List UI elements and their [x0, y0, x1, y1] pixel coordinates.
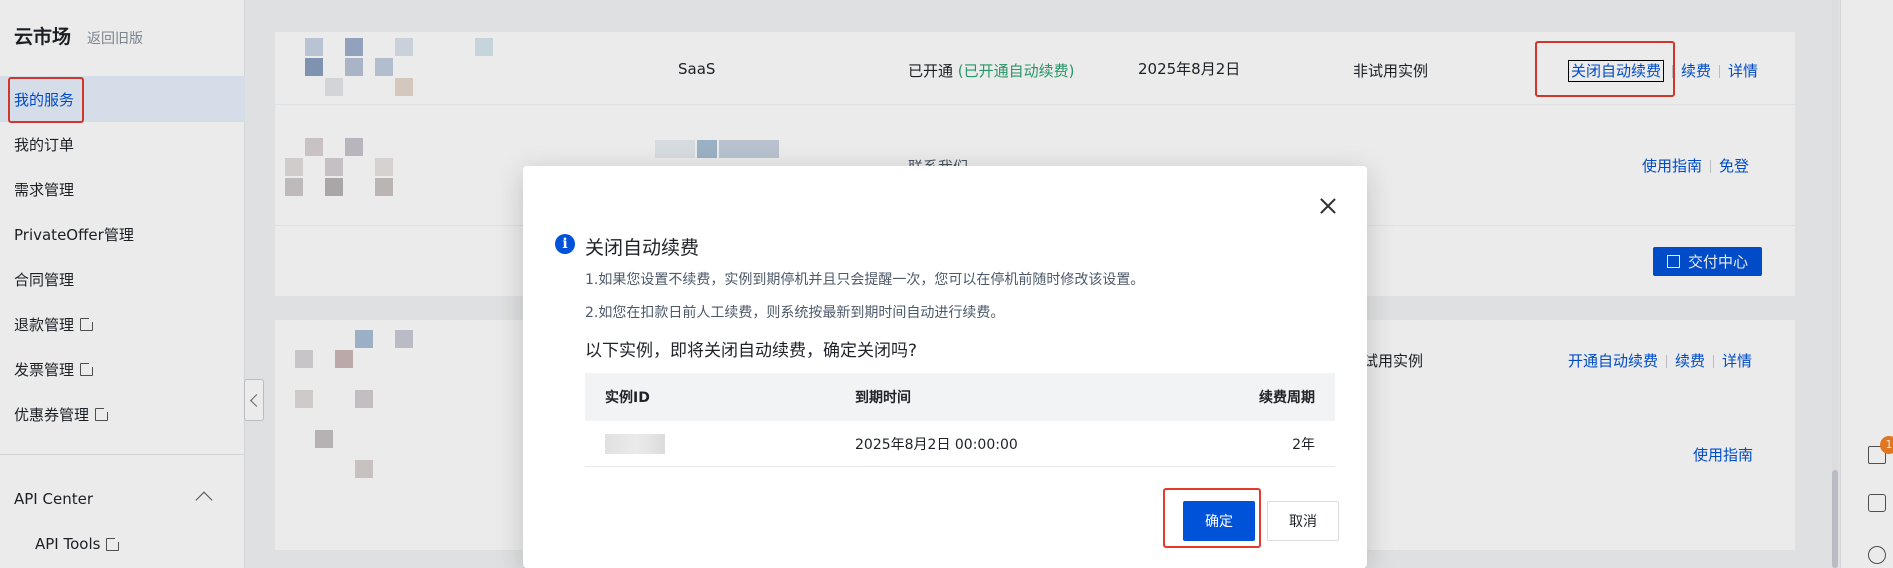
cancel-button[interactable]: 取消 — [1267, 501, 1339, 541]
col-instance-id: 实例ID — [605, 390, 650, 406]
instance-id-blurred — [605, 421, 665, 466]
expire-time-cell: 2025年8月2日 00:00:00 — [855, 436, 1018, 453]
close-icon[interactable] — [1318, 196, 1338, 216]
col-expire-time: 到期时间 — [855, 390, 911, 406]
col-renew-period: 续费周期 — [1259, 390, 1315, 406]
table-header: 实例ID 到期时间 续费周期 — [585, 373, 1335, 421]
dialog-title: 关闭自动续费 — [585, 237, 700, 259]
renew-period-cell: 2年 — [1292, 436, 1315, 453]
info-icon: i — [555, 234, 575, 254]
dialog-note-2: 2.如您在扣款日前人工续费，则系统按最新到期时间自动进行续费。 — [585, 305, 1005, 321]
highlight-box-confirm — [1163, 488, 1261, 548]
instance-table: 实例ID 到期时间 续费周期 2025年8月2日 00:00:00 2年 — [585, 373, 1335, 467]
dialog-question: 以下实例，即将关闭自动续费，确定关闭吗? — [585, 341, 918, 361]
table-row: 2025年8月2日 00:00:00 2年 — [585, 421, 1335, 467]
dialog-note-1: 1.如果您设置不续费，实例到期停机并且只会提醒一次，您可以在停机前随时修改该设置… — [585, 272, 1145, 288]
